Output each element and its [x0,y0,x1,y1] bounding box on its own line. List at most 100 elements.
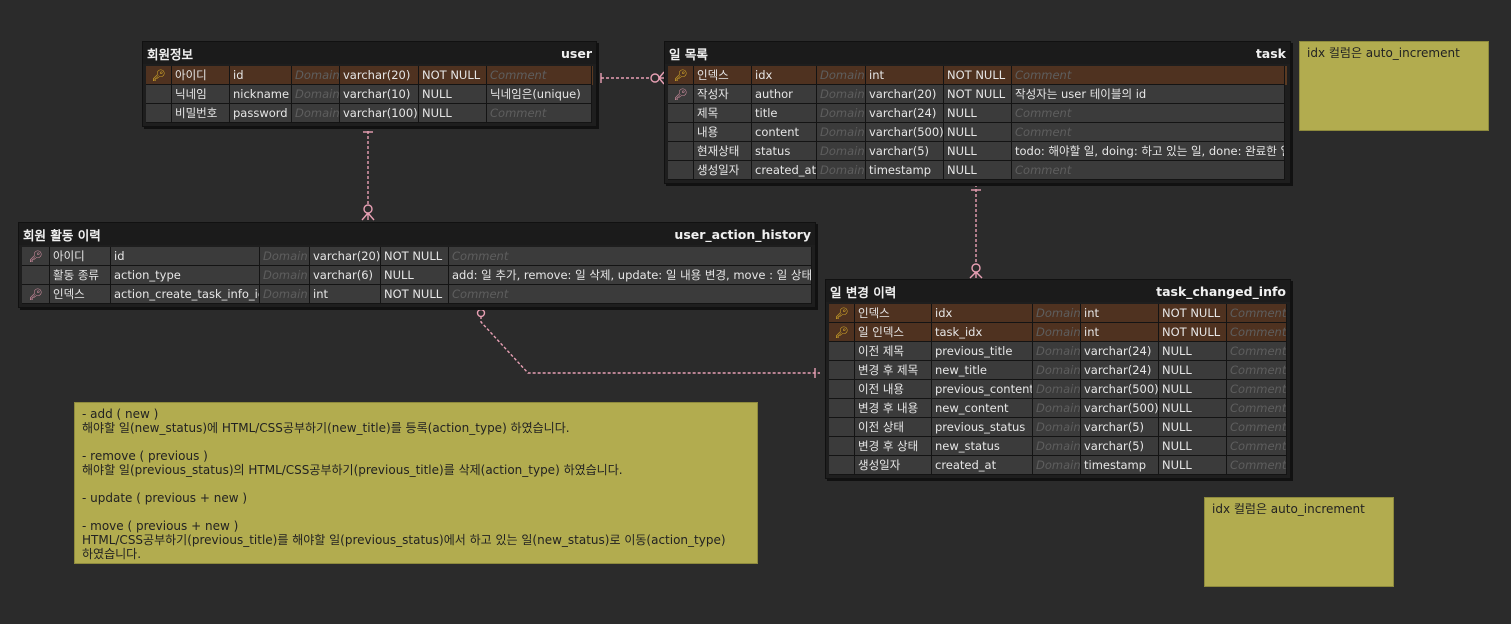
column-row[interactable]: 🔑︎ 아이디 id Domain varchar(20) NOT NULL Comment [146,66,593,85]
cell-comment[interactable]: todo: 해야할 일, doing: 하고 있는 일, done: 완료한 일 [1012,142,1285,161]
cell-logical[interactable]: 생성일자 [855,456,932,475]
cell-physical[interactable]: new_title [932,361,1033,380]
cell-physical[interactable]: content [752,123,817,142]
column-row[interactable]: 이전 내용 previous_content Domain varchar(500) N… [829,380,1287,399]
cell-comment[interactable]: Comment [1012,66,1285,85]
cell-type[interactable]: varchar(24) [1081,342,1159,361]
cell-domain[interactable]: Domain [817,142,866,161]
cell-type[interactable]: varchar(5) [866,142,944,161]
cell-null[interactable]: NULL [944,123,1012,142]
column-row[interactable]: 현재상태 status Domain varchar(5) NULL todo: 해야할 … [668,142,1287,161]
cell-comment[interactable]: Comment [1012,104,1285,123]
column-row[interactable]: 비밀번호 password Domain varchar(100) NULL Commen… [146,104,593,123]
cell-physical[interactable]: idx [752,66,817,85]
cell-null[interactable]: NULL [944,142,1012,161]
entity-header[interactable]: 회원 활동 이력 user_action_history [19,223,815,245]
cell-logical[interactable]: 생성일자 [694,161,752,180]
cell-type[interactable]: varchar(500) [1081,399,1159,418]
cell-physical[interactable]: id [230,66,292,85]
cell-logical[interactable]: 변경 후 제목 [855,361,932,380]
column-row[interactable]: 닉네임 nickname Domain varchar(10) NULL 닉네임은(uni… [146,85,593,104]
cell-comment[interactable]: 작성자는 user 테이블의 id [1012,85,1285,104]
cell-comment[interactable]: 닉네임은(unique) [487,85,592,104]
cell-comment[interactable]: Comment [1227,456,1287,475]
column-row[interactable]: 🔑︎ 일 인덱스 task_idx Domain int NOT NULL Comment [829,323,1287,342]
cell-type[interactable]: varchar(20) [310,247,381,266]
cell-domain[interactable]: Domain [1033,456,1081,475]
entity-header[interactable]: 일 변경 이력 task_changed_info [826,280,1290,302]
column-row[interactable]: 🔑︎ 아이디 id Domain varchar(20) NOT NULL Comment [22,247,812,266]
note-action-types[interactable]: - add ( new ) 해야할 일(new_status)에 HTML/CS… [74,402,758,564]
cell-type[interactable]: varchar(6) [310,266,381,285]
cell-physical[interactable]: task_idx [932,323,1033,342]
cell-domain[interactable]: Domain [292,66,340,85]
cell-comment[interactable]: Comment [487,104,592,123]
cell-comment[interactable]: Comment [1227,399,1287,418]
cell-type[interactable]: varchar(100) [340,104,419,123]
cell-domain[interactable]: Domain [1033,418,1081,437]
cell-domain[interactable]: Domain [817,85,866,104]
cell-comment[interactable]: Comment [1012,161,1285,180]
column-row[interactable]: 내용 content Domain varchar(500) NULL Comment [668,123,1287,142]
cell-comment[interactable]: Comment [487,66,592,85]
cell-physical[interactable]: nickname [230,85,292,104]
cell-type[interactable]: int [310,285,381,304]
cell-domain[interactable]: Domain [1033,342,1081,361]
cell-physical[interactable]: previous_title [932,342,1033,361]
cell-logical[interactable]: 현재상태 [694,142,752,161]
column-row[interactable]: 🔑︎ 인덱스 idx Domain int NOT NULL Comment [829,304,1287,323]
cell-domain[interactable]: Domain [817,66,866,85]
cell-comment[interactable]: Comment [449,247,812,266]
cell-logical[interactable]: 변경 후 내용 [855,399,932,418]
note-task-idx[interactable]: idx 컬럼은 auto_increment [1299,41,1489,131]
cell-physical[interactable]: created_at [752,161,817,180]
cell-type[interactable]: int [866,66,944,85]
column-row[interactable]: 변경 후 제목 new_title Domain varchar(24) NULL Com… [829,361,1287,380]
cell-comment[interactable]: Comment [1227,380,1287,399]
note-changed-idx[interactable]: idx 컬럼은 auto_increment [1204,497,1394,587]
cell-physical[interactable]: idx [932,304,1033,323]
cell-physical[interactable]: title [752,104,817,123]
cell-comment[interactable]: Comment [1227,437,1287,456]
column-row[interactable]: 🔑︎ 작성자 author Domain varchar(20) NOT NULL 작성자는… [668,85,1287,104]
cell-null[interactable]: NULL [419,104,487,123]
cell-logical[interactable]: 비밀번호 [172,104,230,123]
cell-logical[interactable]: 인덱스 [50,285,111,304]
column-row[interactable]: 이전 상태 previous_status Domain varchar(5) NULL… [829,418,1287,437]
cell-null[interactable]: NOT NULL [381,247,449,266]
cell-comment[interactable]: Comment [1227,342,1287,361]
cell-comment[interactable]: add: 일 추가, remove: 일 삭제, update: 일 내용 변경… [449,266,812,285]
entity-user[interactable]: 회원정보 user 🔑︎ 아이디 id Domain varchar(20) NOT NU… [142,41,597,127]
cell-domain[interactable]: Domain [817,123,866,142]
cell-domain[interactable]: Domain [817,104,866,123]
cell-domain[interactable]: Domain [260,285,310,304]
cell-null[interactable]: NULL [1159,437,1227,456]
cell-null[interactable]: NULL [944,161,1012,180]
cell-null[interactable]: NULL [381,266,449,285]
entity-header[interactable]: 일 목록 task [665,42,1290,64]
cell-logical[interactable]: 아이디 [172,66,230,85]
column-row[interactable]: 활동 종류 action_type Domain varchar(6) NULL add:… [22,266,812,285]
cell-null[interactable]: NOT NULL [419,66,487,85]
cell-physical[interactable]: author [752,85,817,104]
cell-logical[interactable]: 변경 후 상태 [855,437,932,456]
cell-type[interactable]: varchar(24) [866,104,944,123]
cell-domain[interactable]: Domain [260,247,310,266]
cell-domain[interactable]: Domain [817,161,866,180]
cell-null[interactable]: NULL [1159,342,1227,361]
cell-logical[interactable]: 아이디 [50,247,111,266]
cell-physical[interactable]: new_status [932,437,1033,456]
cell-type[interactable]: varchar(500) [1081,380,1159,399]
cell-comment[interactable]: Comment [1227,418,1287,437]
cell-type[interactable]: varchar(500) [866,123,944,142]
column-row[interactable]: 이전 제목 previous_title Domain varchar(24) NULL… [829,342,1287,361]
cell-null[interactable]: NOT NULL [1159,323,1227,342]
cell-physical[interactable]: created_at [932,456,1033,475]
column-row[interactable]: 생성일자 created_at Domain timestamp NULL Comment [829,456,1287,475]
cell-physical[interactable]: status [752,142,817,161]
cell-null[interactable]: NOT NULL [944,85,1012,104]
cell-domain[interactable]: Domain [1033,437,1081,456]
cell-physical[interactable]: previous_content [932,380,1033,399]
cell-null[interactable]: NOT NULL [381,285,449,304]
cell-type[interactable]: timestamp [866,161,944,180]
